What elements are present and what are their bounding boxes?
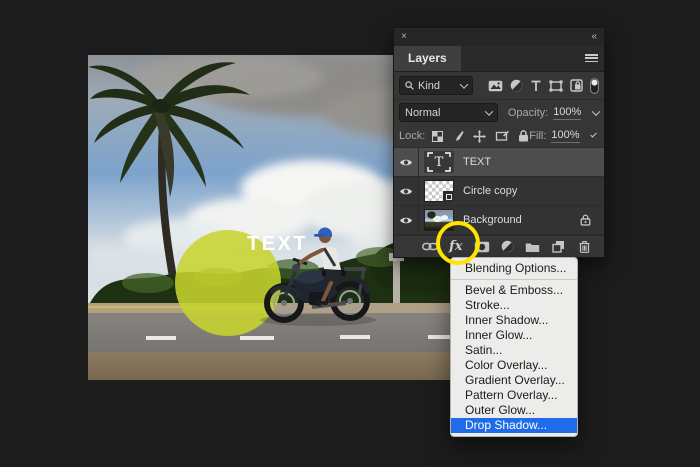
menu-item-outer-glow[interactable]: Outer Glow...	[451, 403, 577, 418]
highlight-ring-annotation	[436, 221, 480, 265]
filter-kind-dropdown[interactable]: Kind	[399, 76, 473, 96]
filter-pixel-layers-icon[interactable]	[488, 80, 503, 92]
panel-footer: fx	[394, 235, 604, 257]
lock-image-pixels-icon[interactable]	[452, 130, 464, 142]
menu-item-pattern-overlay[interactable]: Pattern Overlay...	[451, 388, 577, 403]
lock-row: Lock: Fill: 100%	[394, 125, 604, 149]
menu-item-satin[interactable]: Satin...	[451, 343, 577, 358]
lock-artboard-icon[interactable]	[495, 130, 510, 142]
tab-spacer	[461, 46, 578, 71]
filter-kind-label: Kind	[418, 79, 441, 92]
menu-item-blending-options[interactable]: Blending Options...	[451, 261, 577, 276]
opacity-chevron-icon[interactable]	[592, 107, 601, 116]
layer-name: Background	[463, 214, 522, 227]
layer-name: TEXT	[463, 156, 492, 169]
eye-icon	[400, 159, 412, 165]
layer-row-background[interactable]: Background	[394, 206, 604, 236]
layers-panel: × « Layers Kind Normal Opacity: 100% Loc…	[393, 27, 605, 258]
panel-menu-icon[interactable]	[578, 46, 604, 71]
blend-mode-value: Normal	[405, 106, 441, 119]
menu-item-color-overlay[interactable]: Color Overlay...	[451, 358, 577, 373]
filter-shape-layers-icon[interactable]	[549, 79, 563, 92]
new-group-icon[interactable]	[525, 241, 541, 253]
eye-icon	[400, 188, 412, 194]
chevron-down-icon	[459, 79, 469, 89]
menu-item-stroke[interactable]: Stroke...	[451, 298, 577, 313]
blend-mode-dropdown[interactable]: Normal	[399, 103, 498, 123]
filter-type-layers-icon[interactable]	[530, 80, 542, 92]
visibility-toggle[interactable]	[394, 148, 419, 177]
foreground-shoulder	[88, 352, 455, 380]
filter-smart-objects-icon[interactable]	[570, 79, 583, 92]
adjustment-layer-icon[interactable]	[500, 240, 516, 253]
fill-chevron-icon[interactable]	[589, 131, 597, 139]
lock-position-icon[interactable]	[473, 129, 487, 143]
panel-title-bar: × «	[394, 28, 604, 46]
tab-layers-label: Layers	[408, 51, 447, 66]
menu-item-bevel-emboss[interactable]: Bevel & Emboss...	[451, 283, 577, 298]
layer-row-text[interactable]: T TEXT	[394, 148, 604, 178]
layer-row-circle-copy[interactable]: Circle copy	[394, 177, 604, 207]
visibility-toggle[interactable]	[394, 206, 419, 235]
opacity-value[interactable]: 100%	[553, 106, 582, 120]
canvas-text-overlay: TEXT	[247, 233, 308, 255]
filter-row: Kind	[394, 72, 604, 101]
layer-style-menu: Blending Options... Bevel & Emboss... St…	[450, 257, 578, 437]
shape-badge-icon	[443, 191, 454, 203]
delete-layer-icon[interactable]	[576, 240, 592, 253]
layer-lock-icon	[580, 214, 591, 226]
blend-row: Normal Opacity: 100%	[394, 100, 604, 125]
menu-item-inner-shadow[interactable]: Inner Shadow...	[451, 313, 577, 328]
eye-icon	[400, 217, 412, 223]
fill-label: Fill:	[529, 130, 547, 143]
menu-item-gradient-overlay[interactable]: Gradient Overlay...	[451, 373, 577, 388]
search-icon	[405, 81, 414, 90]
menu-item-inner-glow[interactable]: Inner Glow...	[451, 328, 577, 343]
panel-close-icon[interactable]: ×	[401, 31, 407, 42]
panel-collapse-icon[interactable]: «	[591, 31, 597, 42]
fill-value[interactable]: 100%	[551, 129, 580, 144]
layer-list: T TEXT Circle copy Background	[394, 148, 604, 236]
filter-adjustment-layers-icon[interactable]	[510, 79, 523, 92]
opacity-label: Opacity:	[507, 106, 549, 119]
filter-toggle-switch[interactable]	[590, 77, 599, 94]
visibility-toggle[interactable]	[394, 177, 419, 206]
lock-label: Lock:	[399, 130, 426, 143]
lock-transparent-pixels-icon[interactable]	[432, 130, 444, 142]
tab-layers[interactable]: Layers	[394, 45, 461, 71]
text-layer-thumbnail[interactable]: T	[424, 151, 454, 174]
lock-all-icon[interactable]	[518, 130, 529, 142]
panel-tab-bar: Layers	[394, 45, 604, 72]
layer-name: Circle copy	[463, 185, 518, 198]
new-layer-icon[interactable]	[551, 240, 567, 253]
menu-separator	[451, 279, 577, 280]
menu-item-drop-shadow[interactable]: Drop Shadow...	[451, 418, 577, 433]
chevron-down-icon	[484, 107, 494, 116]
shape-layer-thumbnail[interactable]	[424, 180, 454, 203]
